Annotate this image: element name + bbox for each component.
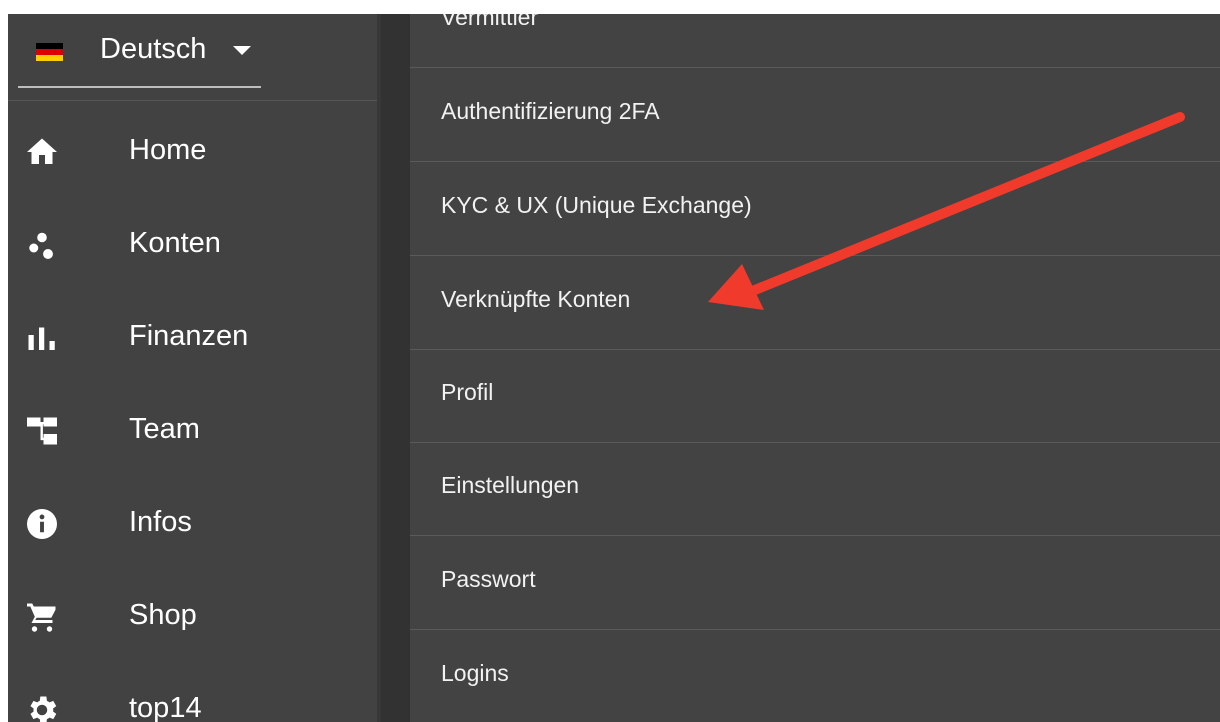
annotation-arrow-icon: [708, 112, 1185, 310]
